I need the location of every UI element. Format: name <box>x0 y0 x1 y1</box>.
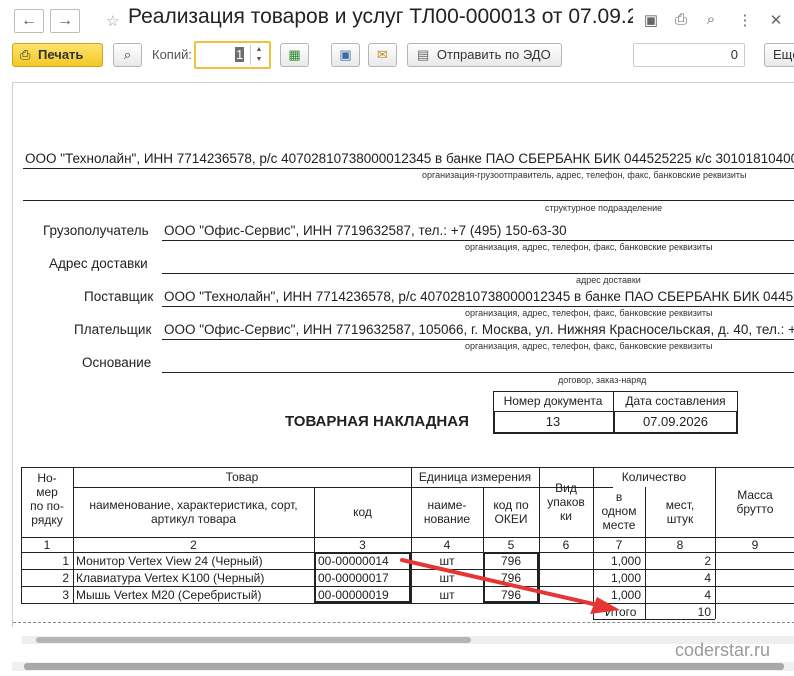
annotation-arrow <box>400 558 620 614</box>
outer-scrollbar[interactable] <box>12 662 794 671</box>
watermark: coderstar.ru <box>675 640 771 660</box>
inner-scrollbar-thumb[interactable] <box>36 637 471 643</box>
outer-scrollbar-thumb[interactable] <box>24 663 784 670</box>
